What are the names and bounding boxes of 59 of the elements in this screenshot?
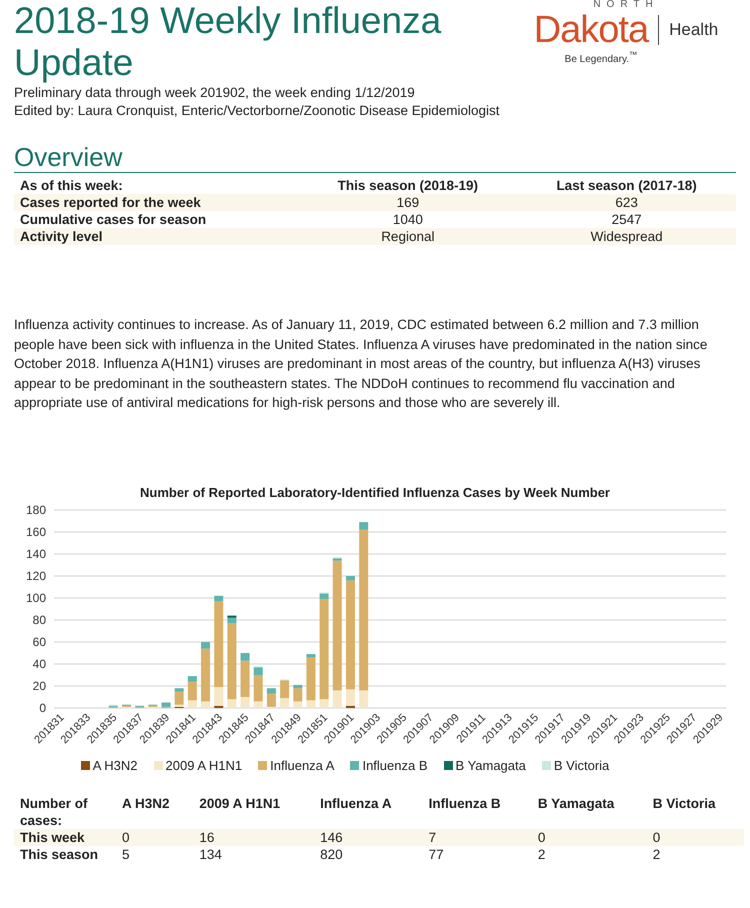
table-cell: 77 — [422, 846, 532, 862]
table-header: This season (2018-19) — [298, 177, 518, 194]
axis-label: 160 — [26, 524, 46, 538]
legend-label: 2009 A H1N1 — [166, 758, 242, 772]
axis-label: 140 — [26, 546, 46, 560]
logo-text: Health — [669, 20, 718, 40]
table-cell: 0 — [116, 828, 194, 846]
axis-label: 100 — [26, 590, 46, 604]
table-cell: 820 — [314, 846, 423, 862]
legend-label: B Victoria — [554, 758, 610, 772]
table-cell: 5 — [116, 846, 194, 862]
table-cell: 2547 — [517, 211, 736, 228]
table-header: As of this week: — [14, 177, 298, 194]
table-cell: 2 — [532, 846, 647, 862]
table-header: Influenza B — [428, 794, 502, 812]
table-cell: 134 — [193, 846, 314, 862]
axis-label: 120 — [26, 568, 46, 582]
table-cell: Regional — [298, 228, 518, 245]
table-cell: 2 — [646, 846, 744, 862]
logo-text: Dakota — [534, 10, 648, 50]
table-cell: This season — [14, 846, 116, 862]
table-header: Influenza A — [319, 794, 393, 812]
editor-line: Edited by: Laura Cronquist, Enteric/Vectorborne/Zoonotic Disease Epidemiologist — [14, 102, 500, 120]
axis-label: 60 — [32, 634, 46, 648]
table-header: Last season (2017-18) — [517, 177, 736, 194]
table-cell: Cumulative cases for season — [14, 211, 298, 228]
axis-label: 40 — [32, 656, 46, 670]
logo-text: NORTH — [593, 0, 659, 10]
logo-tagline: Be Legendary.$^{™}$ — [564, 50, 638, 66]
table-cell: Widespread — [517, 228, 736, 245]
legend-label: A H3N2 — [92, 758, 138, 772]
table-header: 2009 A H1N1 — [198, 794, 282, 812]
table-cell: 146 — [314, 828, 423, 846]
table-cell: This week — [14, 828, 116, 846]
axis-label: 180 — [26, 502, 46, 516]
table-header: B Yamagata — [536, 794, 616, 813]
table-cell: 0 — [532, 828, 647, 846]
table-cell: 1040 — [298, 211, 518, 228]
summary-paragraph: Influenza activity continues to increase. As of January 11, 2019, CDC estimated between 6.2 million and 7.3 million people have been sick with influenza in the United States. Influenza A viruses have predominated in the nation since October 2018. Influenza A(H1N1) viruses are predominant in most areas of the country, but influenza A(H3) viruses appear to be predominant in the southeastern states. The NDDoH continues to recommend flu vaccination and appropriate use of antiviral medications for high-risk persons and those who are severely ill. — [14, 316, 708, 412]
table-header: B Victoria — [652, 794, 717, 812]
table-cell: 7 — [422, 828, 532, 846]
subtitle: Preliminary data through week 201902, the week ending 1/12/2019 — [14, 84, 416, 102]
legend-label: Influenza B — [362, 758, 428, 772]
table-cell: Activity level — [14, 228, 298, 245]
axis-label: 20 — [32, 678, 46, 692]
axis-label: 0 — [39, 700, 46, 714]
chart-title: Number of Reported Laboratory-Identified Influenza Cases by Week Number — [138, 484, 611, 500]
table-cell: 623 — [517, 194, 736, 211]
section-heading: Overview — [14, 142, 736, 173]
table-cell: 169 — [298, 194, 518, 211]
table-cell: 0 — [646, 828, 744, 846]
table-header: Number of cases: — [19, 794, 88, 828]
axis-label: 80 — [32, 612, 46, 626]
legend-label: Influenza A — [270, 758, 334, 772]
legend-label: B Yamagata — [456, 758, 526, 772]
table-header: A H3N2 — [121, 794, 171, 812]
table-cell: Cases reported for the week — [14, 194, 298, 211]
page-title: 2018-19 Weekly Influenza Update — [14, 0, 442, 84]
table-cell: 16 — [193, 828, 314, 846]
